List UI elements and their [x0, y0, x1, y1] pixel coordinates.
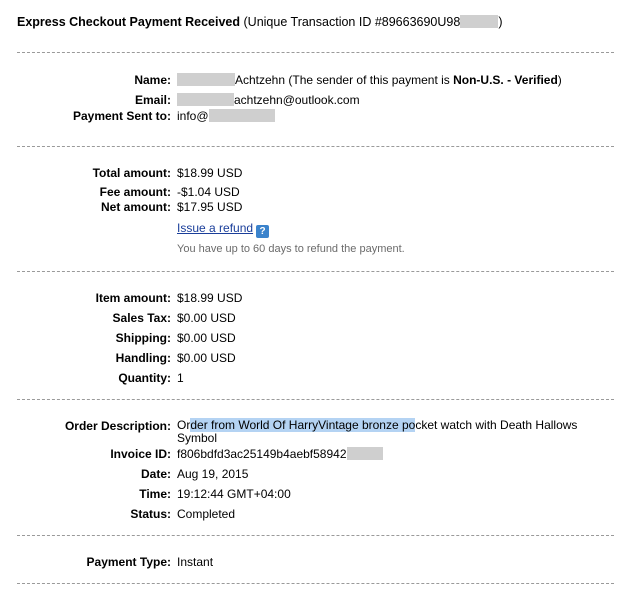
invoice-row: Invoice ID: f806bdfd3ac25149b4aebf58942 [0, 447, 626, 463]
time-row: Time: 19:12:44 GMT+04:00 [0, 487, 626, 503]
page-title: Express Checkout Payment Received (Uniqu… [17, 15, 503, 29]
sent-to-text: info@ [177, 109, 209, 123]
email-text: achtzehn@outlook.com [234, 93, 360, 107]
invoice-value: f806bdfd3ac25149b4aebf58942 [177, 447, 383, 461]
payment-type-label: Payment Type: [86, 555, 171, 569]
sales-tax-row: Sales Tax: $0.00 USD [0, 311, 626, 327]
name-label: Name: [134, 73, 171, 87]
handling-label: Handling: [115, 351, 171, 365]
date-value: Aug 19, 2015 [177, 467, 249, 481]
payment-sent-to-row: Payment Sent to: info@ [0, 109, 626, 125]
name-close: ) [557, 73, 562, 87]
payment-type-row: Payment Type: Instant [0, 555, 626, 571]
quantity-row: Quantity: 1 [0, 371, 626, 387]
redacted-block [177, 73, 235, 86]
total-label: Total amount: [92, 166, 171, 180]
redacted-block [177, 93, 234, 106]
transaction-id-text: (Unique Transaction ID #89663690U98 [240, 15, 461, 29]
status-row: Status: Completed [0, 507, 626, 523]
divider [17, 271, 614, 272]
email-value: achtzehn@outlook.com [177, 93, 360, 107]
payment-type-value: Instant [177, 555, 214, 569]
desc-label: Order Description: [64, 419, 171, 433]
status-value: Completed [177, 507, 236, 521]
title-bold: Express Checkout Payment Received [17, 15, 241, 29]
net-amount-row: Net amount: $17.95 USD [0, 200, 626, 216]
quantity-label: Quantity: [118, 371, 171, 385]
handling-row: Handling: $0.00 USD [0, 351, 626, 367]
handling-value: $0.00 USD [177, 351, 236, 365]
shipping-label: Shipping: [115, 331, 171, 345]
divider [17, 535, 614, 536]
email-label: Email: [134, 93, 171, 107]
invoice-label: Invoice ID: [110, 447, 171, 461]
name-value: Achtzehn (The sender of this payment is … [177, 73, 562, 87]
refund-row: Issue a refund? [0, 221, 626, 238]
net-value: $17.95 USD [177, 200, 243, 214]
divider [17, 583, 614, 584]
divider [17, 146, 614, 147]
divider [17, 52, 614, 53]
shipping-row: Shipping: $0.00 USD [0, 331, 626, 347]
fee-label: Fee amount: [99, 185, 171, 199]
status-label: Status: [130, 507, 171, 521]
help-icon[interactable]: ? [256, 225, 270, 238]
refund-container: Issue a refund? [177, 221, 270, 238]
issue-refund-link[interactable]: Issue a refund [177, 221, 253, 235]
verified-status: Non-U.S. - Verified [453, 73, 558, 87]
desc-text-start: Or [177, 418, 191, 432]
item-label: Item amount: [95, 291, 171, 305]
sent-to-value: info@ [177, 109, 275, 123]
refund-note: You have up to 60 days to refund the pay… [177, 243, 405, 255]
date-row: Date: Aug 19, 2015 [0, 467, 626, 483]
net-label: Net amount: [101, 200, 171, 214]
fee-value: -$1.04 USD [177, 185, 240, 199]
order-description-row: Order Description: Order from World Of H… [0, 418, 626, 447]
title-close: ) [498, 15, 503, 29]
time-label: Time: [139, 487, 171, 501]
date-label: Date: [140, 467, 171, 481]
tax-label: Sales Tax: [112, 311, 171, 325]
time-value: 19:12:44 GMT+04:00 [177, 487, 291, 501]
redacted-block [460, 15, 499, 28]
sender-name-row: Name: Achtzehn (The sender of this payme… [0, 73, 626, 89]
divider [17, 399, 614, 400]
sent-to-label: Payment Sent to: [72, 109, 171, 123]
shipping-value: $0.00 USD [177, 331, 236, 345]
desc-text-selected: der from World Of HarryVintage bronze po [190, 418, 416, 432]
sender-email-row: Email: achtzehn@outlook.com [0, 93, 626, 109]
refund-note-row: You have up to 60 days to refund the pay… [0, 243, 626, 259]
item-value: $18.99 USD [177, 291, 243, 305]
desc-value: Order from World Of HarryVintage bronze … [177, 418, 597, 445]
total-amount-row: Total amount: $18.99 USD [0, 166, 626, 182]
item-amount-row: Item amount: $18.99 USD [0, 291, 626, 307]
tax-value: $0.00 USD [177, 311, 236, 325]
fee-amount-row: Fee amount: -$1.04 USD [0, 185, 626, 201]
total-value: $18.99 USD [177, 166, 243, 180]
name-text: Achtzehn (The sender of this payment is [235, 73, 454, 87]
quantity-value: 1 [177, 371, 184, 385]
redacted-block [346, 447, 383, 460]
invoice-text: f806bdfd3ac25149b4aebf58942 [177, 447, 347, 461]
redacted-block [208, 109, 275, 122]
